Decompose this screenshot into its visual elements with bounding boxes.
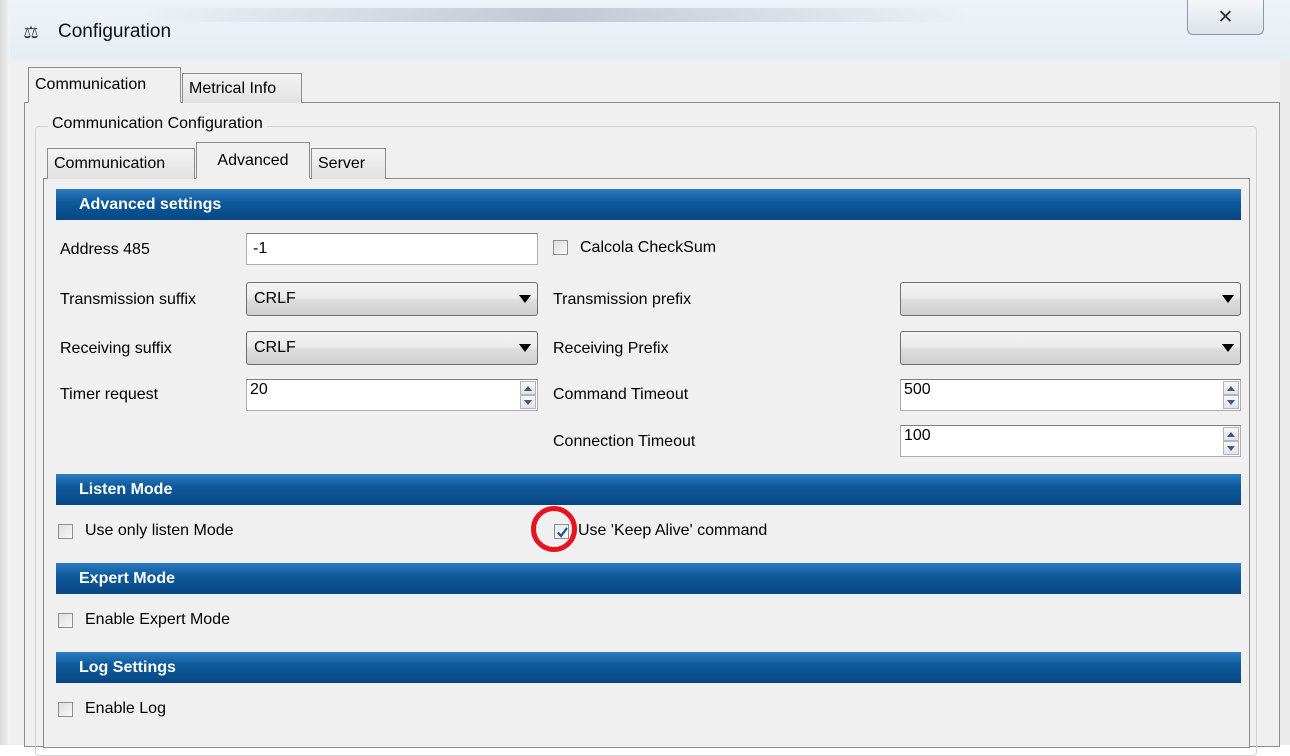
close-button[interactable]: ✕ — [1187, 0, 1264, 35]
enable-expert-mode-label: Enable Expert Mode — [85, 611, 230, 628]
title-bar-glare — [140, 8, 970, 22]
spin-up-button[interactable] — [1223, 427, 1239, 441]
title-bar[interactable]: ⚖ Configuration — [10, 0, 1290, 60]
use-only-listen-checkbox[interactable] — [58, 524, 73, 539]
address485-input[interactable] — [246, 233, 538, 265]
connection-timeout-label: Connection Timeout — [553, 433, 696, 450]
timer-request-spinner[interactable]: 20 — [246, 379, 538, 411]
chevron-down-icon — [519, 295, 531, 303]
receiving-suffix-combo[interactable]: CRLF — [246, 331, 538, 365]
window-left-edge — [0, 0, 10, 745]
arrow-down-icon — [1227, 399, 1235, 405]
subtab-server-label: Server — [318, 155, 366, 172]
enable-expert-mode-checkbox[interactable] — [58, 613, 73, 628]
chevron-down-icon — [1222, 295, 1234, 303]
receiving-suffix-label: Receiving suffix — [60, 340, 172, 357]
timer-request-label: Timer request — [60, 386, 159, 403]
highlight-circle — [531, 506, 577, 552]
use-only-listen-label: Use only listen Mode — [85, 522, 234, 539]
transmission-prefix-label: Transmission prefix — [553, 291, 692, 308]
scale-icon: ⚖ — [23, 23, 39, 42]
subtab-communication-label: Communication — [54, 155, 166, 172]
command-timeout-value: 500 — [904, 381, 931, 398]
calcola-checksum-checkbox[interactable] — [553, 240, 568, 255]
receiving-prefix-combo[interactable] — [900, 331, 1241, 365]
chevron-down-icon — [519, 344, 531, 352]
listen-mode-header: Listen Mode — [56, 474, 1241, 505]
spin-up-button[interactable] — [1223, 381, 1239, 395]
keep-alive-label: Use 'Keep Alive' command — [578, 522, 768, 539]
transmission-suffix-label: Transmission suffix — [60, 291, 197, 308]
window-right-edge — [1280, 60, 1290, 745]
subtab-communication[interactable]: Communication — [47, 148, 195, 179]
close-icon: ✕ — [1217, 6, 1234, 28]
address485-label: Address 485 — [60, 241, 150, 258]
advanced-settings-header: Advanced settings — [56, 189, 1241, 220]
arrow-up-icon — [1227, 385, 1235, 391]
arrow-down-icon — [524, 399, 532, 405]
connection-timeout-spinner[interactable]: 100 — [900, 425, 1241, 457]
connection-timeout-value: 100 — [904, 427, 931, 444]
spin-down-button[interactable] — [1223, 395, 1239, 409]
tab-communication-label: Communication — [35, 76, 147, 93]
arrow-up-icon — [524, 385, 532, 391]
calcola-checksum-label: Calcola CheckSum — [580, 239, 717, 256]
transmission-prefix-combo[interactable] — [900, 282, 1241, 316]
timer-request-value: 20 — [250, 381, 268, 398]
tab-metrical-info-label: Metrical Info — [189, 79, 277, 97]
spin-down-button[interactable] — [520, 395, 536, 409]
arrow-down-icon — [1227, 445, 1235, 451]
enable-log-checkbox[interactable] — [58, 702, 73, 717]
command-timeout-label: Command Timeout — [553, 386, 689, 403]
spin-down-button[interactable] — [1223, 441, 1239, 455]
transmission-suffix-combo[interactable]: CRLF — [246, 282, 538, 316]
groupbox-title: Communication Configuration — [48, 115, 267, 133]
arrow-up-icon — [1227, 431, 1235, 437]
transmission-suffix-value: CRLF — [254, 290, 296, 307]
log-settings-header: Log Settings — [56, 652, 1241, 683]
subtab-advanced[interactable]: Advanced — [196, 142, 310, 179]
tab-metrical-info[interactable]: Metrical Info — [182, 73, 302, 103]
window-title: Configuration — [58, 21, 172, 42]
subtab-server[interactable]: Server — [311, 148, 386, 179]
receiving-suffix-value: CRLF — [254, 339, 296, 356]
enable-log-label: Enable Log — [85, 700, 166, 717]
command-timeout-spinner[interactable]: 500 — [900, 379, 1241, 411]
subtab-advanced-label: Advanced — [217, 151, 289, 169]
chevron-down-icon — [1222, 344, 1234, 352]
expert-mode-header: Expert Mode — [56, 563, 1241, 594]
receiving-prefix-label: Receiving Prefix — [553, 340, 669, 357]
spin-up-button[interactable] — [520, 381, 536, 395]
tab-communication[interactable]: Communication — [28, 67, 181, 103]
